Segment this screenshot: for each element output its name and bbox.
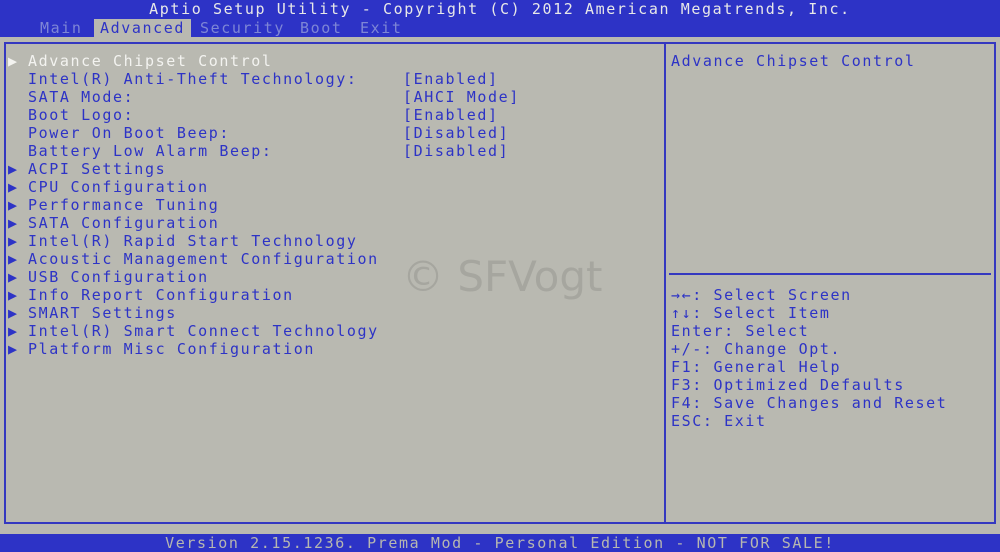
menu-item-advance-chipset-control[interactable]: ▶ Advance Chipset Control xyxy=(8,52,273,70)
submenu-arrow-icon: ▶ xyxy=(8,304,19,322)
menu-item-label: Platform Misc Configuration xyxy=(28,340,316,358)
menu-item-sata-mode[interactable]: SATA Mode: xyxy=(8,88,134,106)
menu-item-performance-tuning[interactable]: ▶ Performance Tuning xyxy=(8,196,219,214)
boot-logo-value[interactable]: [Enabled] xyxy=(403,106,499,124)
submenu-arrow-icon: ▶ xyxy=(8,196,19,214)
menu-item-acoustic-management[interactable]: ▶ Acoustic Management Configuration xyxy=(8,250,379,268)
key-hint-save-reset: F4: Save Changes and Reset xyxy=(671,394,948,412)
menu-item-label: Advance Chipset Control xyxy=(28,52,273,70)
menu-item-smart-connect[interactable]: ▶ Intel(R) Smart Connect Technology xyxy=(8,322,379,340)
tab-bar: Main Advanced Security Boot Exit xyxy=(0,19,1000,37)
menu-item-label: Battery Low Alarm Beep: xyxy=(28,142,273,160)
menu-item-battery-low-alarm-beep[interactable]: Battery Low Alarm Beep: xyxy=(8,142,273,160)
submenu-arrow-icon: ▶ xyxy=(8,214,19,232)
submenu-arrow-icon: ▶ xyxy=(8,178,19,196)
tab-exit[interactable]: Exit xyxy=(354,19,409,37)
key-hint-exit: ESC: Exit xyxy=(671,412,767,430)
menu-item-usb-configuration[interactable]: ▶ USB Configuration xyxy=(8,268,209,286)
version-footer: Version 2.15.1236. Prema Mod - Personal … xyxy=(0,534,1000,552)
tab-boot[interactable]: Boot xyxy=(294,19,349,37)
menu-item-label: Intel(R) Anti-Theft Technology: xyxy=(28,70,358,88)
key-hint-general-help: F1: General Help xyxy=(671,358,842,376)
submenu-arrow-icon: ▶ xyxy=(8,160,19,178)
menu-item-label: Intel(R) Rapid Start Technology xyxy=(28,232,358,250)
key-hint-change-opt: +/-: Change Opt. xyxy=(671,340,842,358)
anti-theft-value[interactable]: [Enabled] xyxy=(403,70,499,88)
help-divider xyxy=(669,273,991,275)
key-hint-optimized-defaults: F3: Optimized Defaults xyxy=(671,376,905,394)
menu-item-label: Info Report Configuration xyxy=(28,286,294,304)
sata-mode-value[interactable]: [AHCI Mode] xyxy=(403,88,520,106)
menu-item-power-on-boot-beep[interactable]: Power On Boot Beep: xyxy=(8,124,230,142)
menu-item-label: Acoustic Management Configuration xyxy=(28,250,379,268)
submenu-arrow-icon: ▶ xyxy=(8,52,19,70)
menu-item-label: SATA Mode: xyxy=(28,88,135,106)
key-hint-enter: Enter: Select xyxy=(671,322,810,340)
menu-item-info-report[interactable]: ▶ Info Report Configuration xyxy=(8,286,294,304)
menu-item-label: Boot Logo: xyxy=(28,106,135,124)
submenu-arrow-icon: ▶ xyxy=(8,340,19,358)
menu-item-cpu-configuration[interactable]: ▶ CPU Configuration xyxy=(8,178,209,196)
menu-item-label: CPU Configuration xyxy=(28,178,209,196)
menu-item-label: ACPI Settings xyxy=(28,160,167,178)
help-title: Advance Chipset Control xyxy=(671,52,916,70)
submenu-arrow-icon: ▶ xyxy=(8,268,19,286)
key-hint-select-item: ↑↓: Select Item xyxy=(671,304,831,322)
tab-advanced[interactable]: Advanced xyxy=(94,19,192,37)
menu-item-label: USB Configuration xyxy=(28,268,209,286)
submenu-arrow-icon: ▶ xyxy=(8,322,19,340)
menu-item-sata-configuration[interactable]: ▶ SATA Configuration xyxy=(8,214,219,232)
menu-item-label: SMART Settings xyxy=(28,304,177,322)
submenu-arrow-icon: ▶ xyxy=(8,250,19,268)
menu-item-acpi-settings[interactable]: ▶ ACPI Settings xyxy=(8,160,166,178)
menu-item-label: SATA Configuration xyxy=(28,214,220,232)
tab-main[interactable]: Main xyxy=(34,19,89,37)
panel-divider xyxy=(664,42,666,524)
menu-item-label: Intel(R) Smart Connect Technology xyxy=(28,322,379,340)
key-hint-select-screen: →←: Select Screen xyxy=(671,286,852,304)
menu-item-label: Power On Boot Beep: xyxy=(28,124,230,142)
power-on-boot-beep-value[interactable]: [Disabled] xyxy=(403,124,509,142)
tab-security[interactable]: Security xyxy=(194,19,291,37)
battery-low-alarm-beep-value[interactable]: [Disabled] xyxy=(403,142,509,160)
submenu-arrow-icon: ▶ xyxy=(8,286,19,304)
submenu-arrow-icon: ▶ xyxy=(8,232,19,250)
menu-item-rapid-start[interactable]: ▶ Intel(R) Rapid Start Technology xyxy=(8,232,358,250)
window-title: Aptio Setup Utility - Copyright (C) 2012… xyxy=(0,0,1000,19)
watermark: © SFVogt xyxy=(402,252,603,301)
menu-item-smart-settings[interactable]: ▶ SMART Settings xyxy=(8,304,177,322)
menu-item-boot-logo[interactable]: Boot Logo: xyxy=(8,106,134,124)
menu-item-platform-misc[interactable]: ▶ Platform Misc Configuration xyxy=(8,340,315,358)
menu-item-anti-theft[interactable]: Intel(R) Anti-Theft Technology: xyxy=(8,70,358,88)
menu-item-label: Performance Tuning xyxy=(28,196,220,214)
